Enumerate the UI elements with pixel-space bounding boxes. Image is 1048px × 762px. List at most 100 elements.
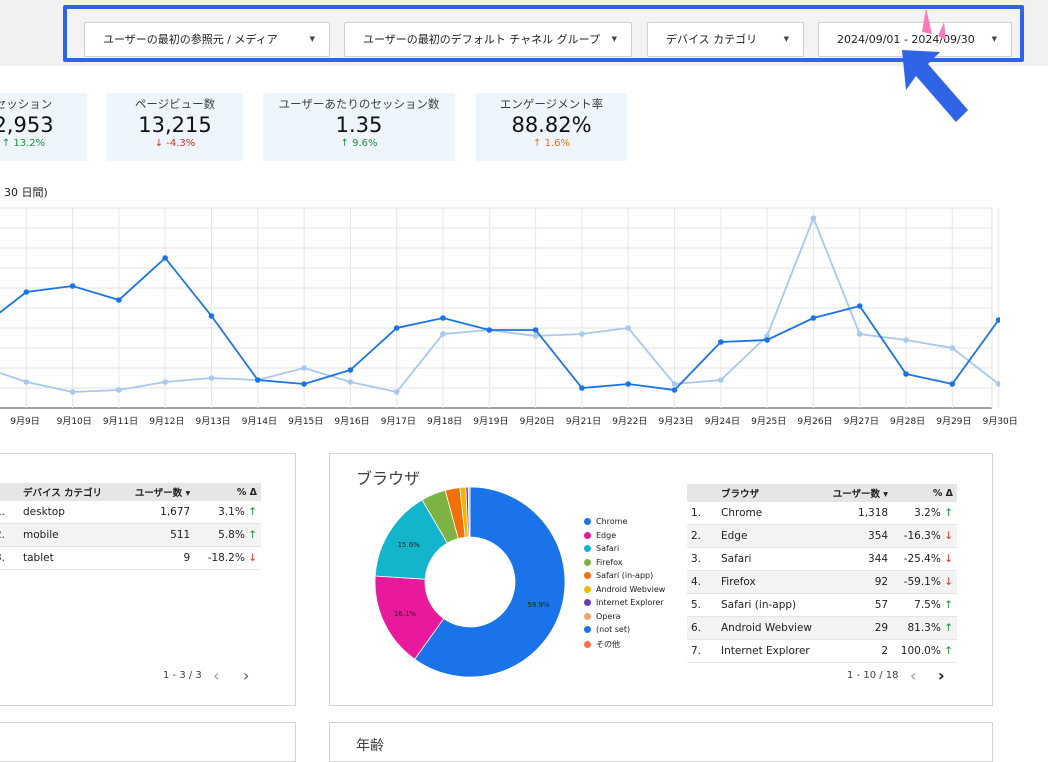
pagination-label: 1 - 10 / 18	[847, 670, 899, 681]
table-row: 4. Firefox 92 -59.1% ↓	[687, 570, 957, 594]
data-point	[718, 377, 724, 383]
data-point	[949, 381, 956, 387]
x-tick-label: 9月19日	[473, 417, 509, 427]
column-header[interactable]: デバイス カテゴリ	[19, 483, 121, 501]
data-point	[903, 337, 909, 343]
data-point	[208, 375, 215, 381]
table-row: 5. Safari (in-app) 57 7.5% ↑	[687, 593, 957, 617]
scorecard-delta: ↑ 1.6%	[533, 138, 570, 149]
table-row: 7. Internet Explorer 2 100.0% ↑	[687, 639, 957, 663]
panel-title: 年齢	[356, 738, 384, 754]
data-point	[486, 327, 493, 333]
x-tick-label: 9月12日	[149, 417, 185, 427]
legend-dot-icon	[584, 558, 591, 566]
x-tick-label: 9月10日	[56, 417, 92, 427]
scorecard-value: 2,953	[0, 113, 54, 137]
device-panel: デバイス カテゴリ ユーザー数 ▾ % Δ 1.desktop 1,677 3.…	[0, 453, 296, 706]
data-point	[856, 303, 863, 309]
legend-item: Firefox	[584, 558, 622, 567]
legend-dot-icon	[584, 572, 591, 579]
x-tick-label: 9月15日	[288, 417, 324, 427]
data-point	[162, 255, 168, 261]
data-point	[579, 385, 585, 391]
x-tick-label: 9月13日	[195, 417, 231, 427]
x-tick-label: 9月14日	[241, 417, 277, 427]
scorecard-value: 13,215	[138, 113, 212, 137]
next-page-icon[interactable]: ›	[938, 666, 945, 685]
data-point	[671, 381, 678, 387]
bottom-left-panel	[0, 722, 296, 762]
x-tick-label: 9月25日	[751, 417, 787, 427]
data-point	[949, 345, 956, 351]
data-point	[69, 283, 76, 289]
legend-item: その他	[584, 639, 620, 650]
column-header[interactable]: ユーザー数 ▾	[823, 484, 893, 502]
data-point	[393, 389, 400, 395]
legend-dot-icon	[584, 599, 591, 606]
legend-item: Opera	[584, 612, 621, 621]
legend-dot-icon	[584, 531, 591, 539]
x-tick-label: 9月27日	[843, 417, 879, 427]
prev-page-icon[interactable]: ‹	[910, 666, 916, 685]
series-line	[0, 256, 1000, 391]
browser-donut-chart: 59.9% 16.1% 15.6%	[374, 486, 566, 678]
scorecard-engagement-rate: エンゲージメント率 88.82% ↑ 1.6%	[476, 93, 627, 161]
column-header[interactable]: ユーザー数 ▾	[120, 483, 195, 501]
legend-dot-icon	[584, 585, 591, 593]
filter-label: デバイス カテゴリ	[666, 33, 758, 46]
dropdown-caret-icon: ▼	[991, 35, 997, 43]
dropdown-caret-icon: ▼	[783, 35, 789, 43]
next-page-icon[interactable]: ›	[243, 666, 249, 685]
scorecard-value: 1.35	[335, 113, 383, 137]
x-tick-label: 9月17日	[380, 417, 416, 427]
data-point	[23, 379, 30, 385]
x-tick-label: 9月24日	[704, 417, 740, 427]
x-tick-label: 9月28日	[890, 417, 926, 427]
data-point	[532, 333, 539, 339]
filter-device-category[interactable]: デバイス カテゴリ ▼	[647, 22, 804, 57]
legend-item: Edge	[584, 531, 616, 540]
filter-first-source-medium[interactable]: ユーザーの最初の参照元 / メディア ▼	[84, 22, 330, 57]
column-header[interactable]: % Δ	[892, 484, 957, 502]
browser-table: ブラウザ ユーザー数 ▾ % Δ 1. Chrome 1,318 3.2% ↑ 2. Ed…	[687, 484, 957, 663]
data-point	[69, 389, 76, 395]
x-tick-label: 9月29日	[936, 417, 972, 427]
scorecard-label: エンゲージメント率	[499, 97, 604, 111]
data-point	[254, 377, 261, 383]
data-point	[718, 339, 724, 345]
legend-dot-icon	[584, 640, 591, 648]
line-chart	[0, 207, 1000, 409]
data-point	[116, 297, 122, 303]
column-header[interactable]: ブラウザ	[717, 484, 824, 502]
legend-dot-icon	[584, 545, 591, 552]
scorecard-label: ページビュー数	[134, 97, 216, 111]
legend-item: (not set)	[584, 625, 630, 634]
data-point	[347, 367, 354, 373]
table-row: 2.mobile 511 5.8% ↑	[0, 523, 261, 547]
legend-dot-icon	[584, 612, 591, 620]
slice-label: 15.6%	[398, 541, 421, 549]
legend-item: Internet Explorer	[584, 598, 664, 607]
data-point	[671, 387, 678, 393]
slice-label: 59.9%	[527, 601, 550, 609]
device-table: デバイス カテゴリ ユーザー数 ▾ % Δ 1.desktop 1,677 3.…	[0, 483, 261, 570]
dropdown-caret-icon: ▼	[309, 35, 315, 43]
column-header[interactable]: % Δ	[194, 483, 261, 501]
scorecard-label: セッション	[0, 97, 53, 111]
annotation-arrow-icon	[902, 8, 968, 122]
data-point	[764, 337, 770, 343]
legend-item: Safari (in-app)	[584, 571, 653, 580]
table-row: 1.desktop 1,677 3.1% ↑	[0, 501, 261, 524]
table-row: 6. Android Webview 29 81.3% ↑	[687, 616, 957, 640]
scorecard-sessions: セッション 2,953 ↑ 13.2%	[0, 93, 87, 161]
x-tick-label: 9月23日	[658, 417, 694, 427]
prev-page-icon[interactable]: ‹	[213, 666, 219, 685]
data-point	[208, 313, 215, 319]
legend-dot-icon	[584, 626, 591, 633]
scorecard-delta: ↓ -4.3%	[154, 138, 196, 149]
x-tick-label: 9月26日	[797, 417, 833, 427]
data-point	[23, 289, 30, 295]
browser-panel: ブラウザ 59.9% 16.1% 15.6% Chrome Edge Safari Fir…	[329, 453, 993, 706]
scorecard-pageviews: ページビュー数 13,215 ↓ -4.3%	[107, 93, 243, 161]
filter-first-channel-group[interactable]: ユーザーの最初のデフォルト チャネル グループ ▼	[344, 22, 632, 57]
